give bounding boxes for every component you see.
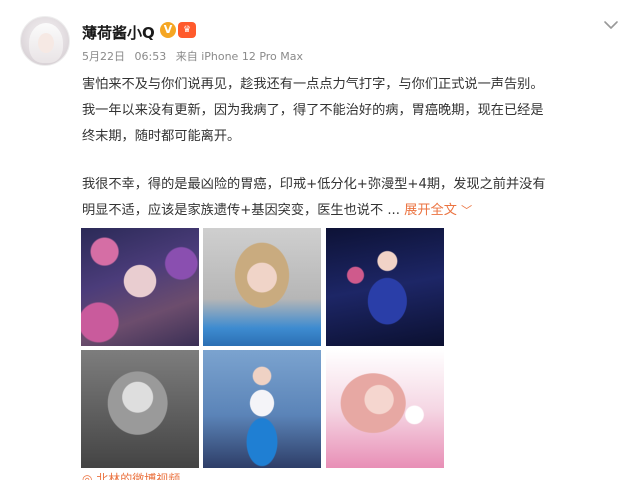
avatar-face <box>38 33 54 53</box>
post-photo-6[interactable] <box>326 350 444 468</box>
post-photo-2[interactable] <box>203 228 321 346</box>
verified-badge-icon: V <box>160 22 176 38</box>
chevron-down-icon[interactable] <box>600 14 622 36</box>
post-text-line: 我一年以来没有更新，因为我病了，得了不能治好的病，胃癌晚期，现在已经是 <box>82 103 544 118</box>
post-text-line-last: 明显不适，应该是家族遗传+基因突变，医生也说不 ... 展开全文 ﹀ <box>82 198 622 223</box>
post-photo-5[interactable] <box>203 350 321 468</box>
expand-chevron-icon[interactable]: ﹀ <box>461 204 472 217</box>
post-photo-4[interactable] <box>81 350 199 468</box>
post-text-line: 终末期，随时都可能离开。 <box>82 129 241 144</box>
video-source-link[interactable]: ◎ 北林的微博视频 <box>82 470 180 480</box>
expand-full-text-link[interactable]: 展开全文 <box>404 203 457 218</box>
author-name[interactable]: 薄荷酱小Q <box>82 22 155 43</box>
post-date: 5月22日 <box>82 50 125 63</box>
post-source: 来自 iPhone 12 Pro Max <box>175 50 304 63</box>
post-photo-3[interactable] <box>326 228 444 346</box>
post-text-line: 害怕来不及与你们说再见，趁我还有一点点力气打字，与你们正式说一声告别。 <box>82 77 544 92</box>
post-time: 06:53 <box>134 50 167 63</box>
post-text-line: 我很不幸，得的是最凶险的胃癌，印戒+低分化+弥漫型+4期，发现之前并没有 <box>82 177 546 192</box>
post-photo-1[interactable] <box>81 228 199 346</box>
vip-badge-icon: ♛ <box>178 22 196 38</box>
post-meta: 5月22日 06:53 来自 iPhone 12 Pro Max <box>82 48 309 64</box>
post-text-truncated: 明显不适，应该是家族遗传+基因突变，医生也说不 ... <box>82 203 400 218</box>
avatar[interactable] <box>20 16 70 66</box>
